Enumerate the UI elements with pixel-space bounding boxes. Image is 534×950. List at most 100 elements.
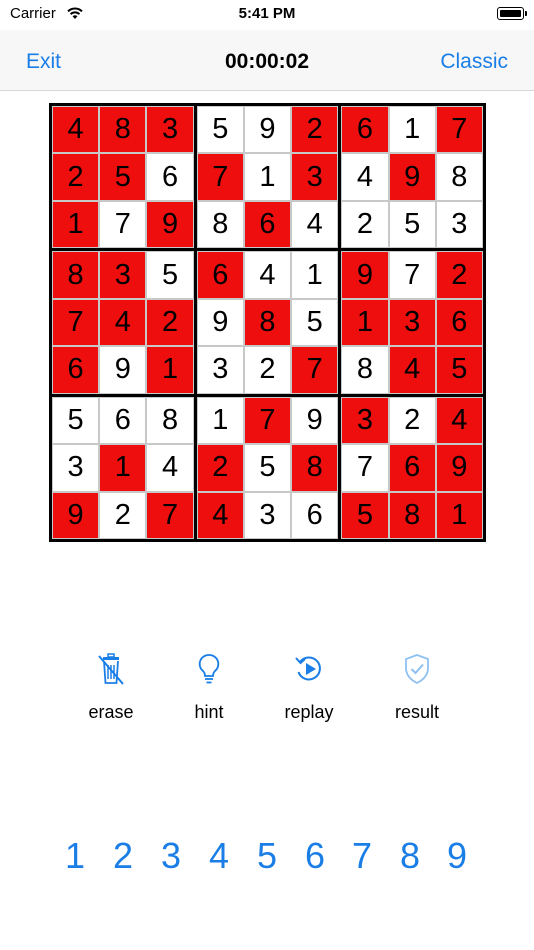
sudoku-cell[interactable]: 4 [99,298,147,347]
sudoku-cell[interactable]: 7 [99,200,147,249]
sudoku-cell[interactable]: 9 [291,396,339,445]
sudoku-cell[interactable]: 8 [291,444,339,492]
sudoku-cell[interactable]: 9 [99,346,147,394]
sudoku-cell[interactable]: 2 [435,251,483,299]
sudoku-cell[interactable]: 5 [341,491,389,539]
sudoku-cell[interactable]: 2 [146,298,194,347]
sudoku-cell[interactable]: 5 [146,251,194,299]
sudoku-cell[interactable]: 9 [52,491,100,539]
tool-result-button[interactable]: result [367,650,467,723]
sudoku-cell[interactable]: 2 [388,396,436,445]
sudoku-cell[interactable]: 4 [435,396,483,445]
sudoku-cell[interactable]: 3 [243,491,292,539]
sudoku-cell[interactable]: 1 [388,106,436,154]
sudoku-cell[interactable]: 2 [99,491,147,539]
sudoku-cell[interactable]: 9 [243,106,292,154]
number-2-button[interactable]: 2 [103,835,143,877]
sudoku-cell[interactable]: 7 [52,298,100,347]
number-1-button[interactable]: 1 [55,835,95,877]
sudoku-cell[interactable]: 4 [291,200,339,249]
sudoku-cell[interactable]: 6 [99,396,147,445]
sudoku-cell[interactable]: 5 [243,444,292,492]
sudoku-cell[interactable]: 1 [341,298,389,347]
sudoku-cell[interactable]: 3 [341,396,389,445]
number-9-button[interactable]: 9 [437,835,477,877]
sudoku-cell[interactable]: 5 [196,106,244,154]
sudoku-cell[interactable]: 3 [99,251,147,299]
sudoku-cell[interactable]: 9 [388,153,436,201]
sudoku-cell[interactable]: 1 [243,153,292,201]
sudoku-cell[interactable]: 6 [388,444,436,492]
sudoku-cell[interactable]: 2 [243,346,292,394]
sudoku-cell[interactable]: 1 [196,396,244,445]
sudoku-cell[interactable]: 7 [196,153,244,201]
sudoku-cell[interactable]: 7 [146,491,194,539]
sudoku-cell[interactable]: 4 [146,444,194,492]
sudoku-cell[interactable]: 8 [99,106,147,154]
tool-hint-button[interactable]: hint [159,650,259,723]
sudoku-cell[interactable]: 1 [99,444,147,492]
sudoku-cell[interactable]: 9 [146,200,194,249]
sudoku-cell[interactable]: 3 [435,200,483,249]
sudoku-cell[interactable]: 1 [52,200,100,249]
sudoku-cell[interactable]: 9 [435,444,483,492]
sudoku-cell[interactable]: 6 [52,346,100,394]
sudoku-cell[interactable]: 5 [52,396,100,445]
sudoku-cell[interactable]: 1 [146,346,194,394]
sudoku-cell[interactable]: 3 [146,106,194,154]
tool-erase-button[interactable]: erase [61,650,161,723]
sudoku-cell[interactable]: 9 [196,298,244,347]
sudoku-cell[interactable]: 8 [341,346,389,394]
sudoku-cell[interactable]: 3 [291,153,339,201]
sudoku-cell[interactable]: 6 [146,153,194,201]
sudoku-cell[interactable]: 7 [388,251,436,299]
sudoku-box: 324769581 [341,396,483,539]
sudoku-cell[interactable]: 8 [388,491,436,539]
sudoku-cell[interactable]: 7 [243,396,292,445]
sudoku-cell[interactable]: 6 [291,491,339,539]
sudoku-cell[interactable]: 7 [435,106,483,154]
sudoku-cell[interactable]: 2 [341,200,389,249]
sudoku-cell[interactable]: 4 [341,153,389,201]
sudoku-cell[interactable]: 4 [52,106,100,154]
sudoku-cell[interactable]: 3 [52,444,100,492]
sudoku-cell[interactable]: 5 [99,153,147,201]
sudoku-cell[interactable]: 5 [435,346,483,394]
sudoku-cell[interactable]: 7 [291,346,339,394]
sudoku-cell[interactable]: 4 [388,346,436,394]
number-8-button[interactable]: 8 [390,835,430,877]
sudoku-cell[interactable]: 3 [196,346,244,394]
number-5-button[interactable]: 5 [247,835,287,877]
sudoku-cell[interactable]: 2 [196,444,244,492]
sudoku-cell[interactable]: 6 [243,200,292,249]
number-3-button[interactable]: 3 [151,835,191,877]
sudoku-cell[interactable]: 1 [435,491,483,539]
sudoku-cell[interactable]: 8 [435,153,483,201]
trash-icon [94,652,128,686]
sudoku-cell[interactable]: 6 [196,251,244,299]
sudoku-cell[interactable]: 4 [243,251,292,299]
number-7-button[interactable]: 7 [342,835,382,877]
tool-label: erase [88,702,134,722]
sudoku-cell[interactable]: 7 [341,444,389,492]
sudoku-cell[interactable]: 2 [52,153,100,201]
sudoku-cell[interactable]: 2 [291,106,339,154]
mode-button[interactable]: Classic [440,50,508,74]
sudoku-cell[interactable]: 5 [291,298,339,347]
sudoku-cell[interactable]: 9 [341,251,389,299]
sudoku-cell[interactable]: 6 [435,298,483,347]
sudoku-cell[interactable]: 8 [243,298,292,347]
number-4-button[interactable]: 4 [199,835,239,877]
number-6-button[interactable]: 6 [295,835,335,877]
sudoku-cell[interactable]: 8 [52,251,100,299]
tool-label: result [394,702,439,722]
sudoku-cell[interactable]: 8 [196,200,244,249]
tool-replay-button[interactable]: replay [259,650,359,723]
sudoku-cell[interactable]: 1 [291,251,339,299]
sudoku-cell[interactable]: 8 [146,396,194,445]
sudoku-cell[interactable]: 6 [341,106,389,154]
sudoku-cell[interactable]: 4 [196,491,244,539]
sudoku-cell[interactable]: 5 [388,200,436,249]
number-pad: 123456789 [0,835,534,885]
sudoku-cell[interactable]: 3 [388,298,436,347]
